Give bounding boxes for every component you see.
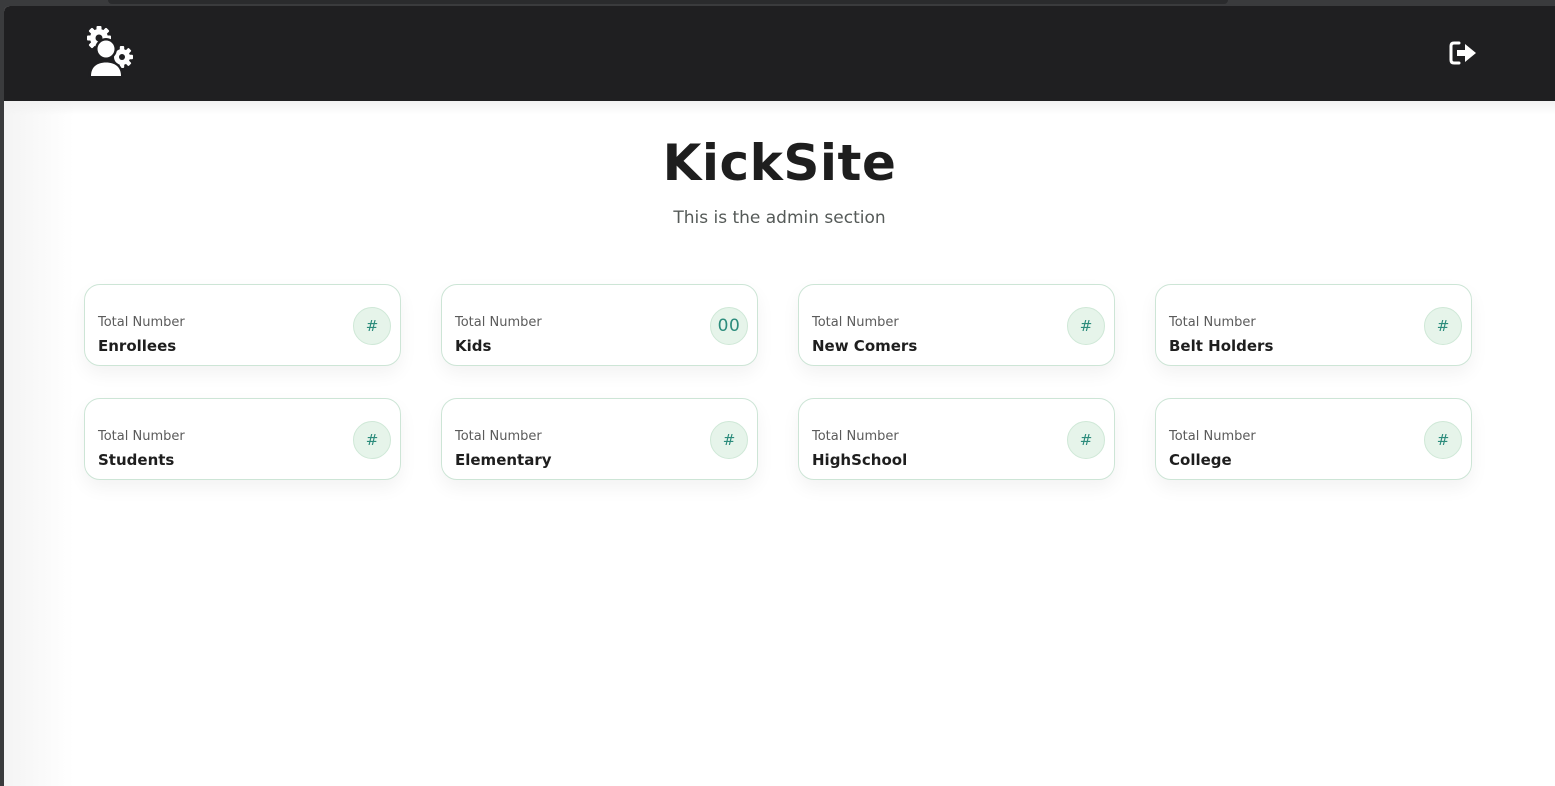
navbar: [4, 6, 1555, 101]
count-badge: #: [710, 421, 748, 459]
stat-card-college[interactable]: Total Number College #: [1155, 398, 1472, 480]
page-subtitle: This is the admin section: [673, 208, 886, 228]
card-label: Total Number: [812, 315, 899, 330]
count-badge: #: [353, 307, 391, 345]
count-badge: #: [1424, 421, 1462, 459]
stat-card-new-comers[interactable]: Total Number New Comers #: [798, 284, 1115, 366]
header-shadow: [4, 101, 1555, 115]
stat-card-students[interactable]: Total Number Students #: [84, 398, 401, 480]
card-name: Students: [98, 451, 175, 469]
card-name: Enrollees: [98, 337, 177, 355]
card-label: Total Number: [1169, 429, 1256, 444]
count-badge: #: [1424, 307, 1462, 345]
card-name: Elementary: [455, 451, 552, 469]
card-label: Total Number: [455, 429, 542, 444]
stat-card-kids[interactable]: Total Number Kids 00: [441, 284, 758, 366]
card-label: Total Number: [98, 429, 185, 444]
count-badge: #: [353, 421, 391, 459]
card-label: Total Number: [812, 429, 899, 444]
count-badge: #: [1067, 307, 1105, 345]
card-name: New Comers: [812, 337, 918, 355]
card-name: Kids: [455, 337, 492, 355]
card-label: Total Number: [1169, 315, 1256, 330]
stat-card-enrollees[interactable]: Total Number Enrollees #: [84, 284, 401, 366]
side-shadow: [4, 101, 74, 786]
stat-card-belt-holders[interactable]: Total Number Belt Holders #: [1155, 284, 1472, 366]
card-label: Total Number: [98, 315, 185, 330]
stat-card-highschool[interactable]: Total Number HighSchool #: [798, 398, 1115, 480]
logout-icon[interactable]: [1448, 40, 1480, 66]
card-label: Total Number: [455, 315, 542, 330]
admin-gear-user-icon[interactable]: [82, 24, 134, 78]
app-window: KickSite This is the admin section Total…: [4, 6, 1555, 786]
stat-card-elementary[interactable]: Total Number Elementary #: [441, 398, 758, 480]
count-badge: #: [1067, 421, 1105, 459]
browser-top-edge: [108, 0, 1228, 4]
card-name: HighSchool: [812, 451, 908, 469]
card-name: College: [1169, 451, 1232, 469]
count-badge: 00: [710, 307, 748, 345]
page-title: KickSite: [662, 134, 897, 192]
card-name: Belt Holders: [1169, 337, 1274, 355]
